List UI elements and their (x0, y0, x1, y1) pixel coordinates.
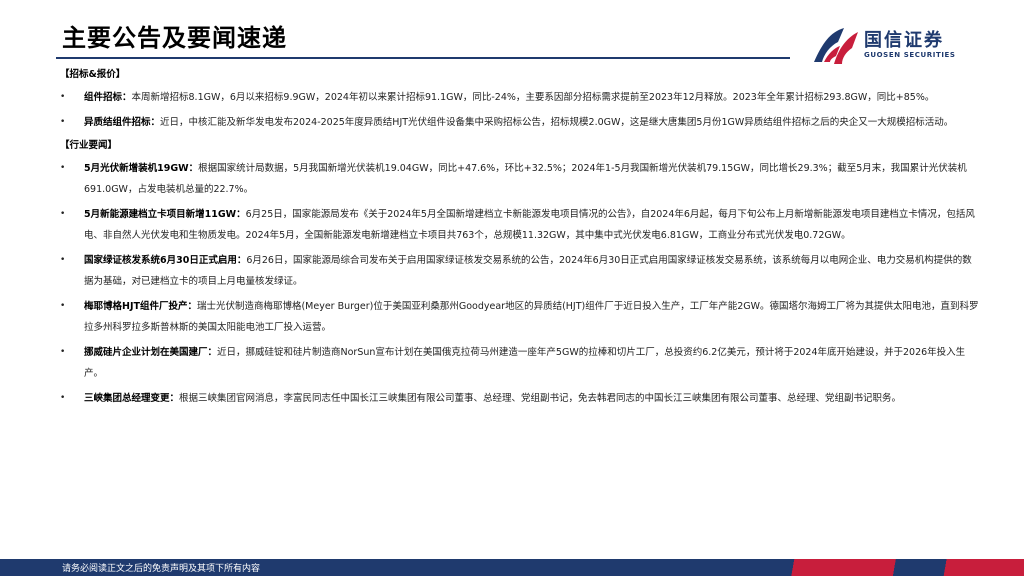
guosen-emblem-icon (814, 28, 858, 64)
item-lead: 5月新能源建档立卡项目新增11GW： (84, 209, 246, 220)
item-lead: 组件招标： (84, 92, 132, 103)
guosen-logo: 国信证券 GUOSEN SECURITIES (812, 22, 982, 66)
bullet-icon: • (60, 117, 66, 127)
section-heading-bidding: 【招标&报价】 (60, 69, 126, 80)
list-item: • 异质结组件招标：近日，中核汇能及新华发电发布2024-2025年度异质结HJ… (60, 112, 980, 133)
footer-disclaimer: 请务必阅读正文之后的免责声明及其项下所有内容 (62, 564, 261, 574)
title-divider (56, 57, 790, 59)
list-item: • 国家绿证核发系统6月30日正式启用：6月26日，国家能源局综合司发布关于启用… (60, 250, 980, 292)
content-body: 【招标&报价】 • 组件招标：本周新增招标8.1GW，6月以来招标9.9GW，2… (60, 62, 980, 413)
item-lead: 国家绿证核发系统6月30日正式启用： (84, 255, 247, 266)
list-item: • 5月光伏新增装机19GW：根据国家统计局数据，5月我国新增光伏装机19.04… (60, 158, 980, 200)
list-item: • 梅耶博格HJT组件厂投产：瑞士光伏制造商梅耶博格(Meyer Burger)… (60, 296, 980, 338)
logo-text-en: GUOSEN SECURITIES (864, 51, 956, 59)
item-text: 根据国家统计局数据，5月我国新增光伏装机19.04GW，同比+47.6%，环比+… (84, 163, 967, 195)
logo-text-cn: 国信证券 (864, 30, 944, 51)
list-item: • 三峡集团总经理变更：根据三峡集团官网消息，李富民同志任中国长江三峡集团有限公… (60, 388, 980, 409)
footer-accent-stripe (774, 559, 1024, 576)
bullet-icon: • (60, 92, 66, 102)
bullet-icon: • (60, 209, 66, 219)
item-lead: 5月光伏新增装机19GW： (84, 163, 199, 174)
bullet-icon: • (60, 163, 66, 173)
list-item: • 挪威硅片企业计划在美国建厂：近日，挪威硅锭和硅片制造商NorSun宣布计划在… (60, 342, 980, 384)
page-title: 主要公告及要闻速递 (62, 24, 287, 52)
item-lead: 挪威硅片企业计划在美国建厂： (84, 347, 218, 358)
item-text: 近日，挪威硅锭和硅片制造商NorSun宣布计划在美国俄克拉荷马州建造一座年产5G… (84, 347, 966, 379)
bullet-icon: • (60, 301, 66, 311)
item-lead: 三峡集团总经理变更： (84, 393, 180, 404)
list-item: • 组件招标：本周新增招标8.1GW，6月以来招标9.9GW，2024年初以来累… (60, 87, 980, 108)
item-text: 本周新增招标8.1GW，6月以来招标9.9GW，2024年初以来累计招标91.1… (131, 92, 935, 103)
item-lead: 梅耶博格HJT组件厂投产： (84, 301, 197, 312)
item-text: 近日，中核汇能及新华发电发布2024-2025年度异质结HJT光伏组件设备集中采… (160, 117, 954, 128)
item-text: 瑞士光伏制造商梅耶博格(Meyer Burger)位于美国亚利桑那州Goodye… (84, 301, 979, 333)
list-item: • 5月新能源建档立卡项目新增11GW：6月25日，国家能源局发布《关于2024… (60, 204, 980, 246)
bullet-icon: • (60, 393, 66, 403)
item-lead: 异质结组件招标： (84, 117, 161, 128)
item-text: 根据三峡集团官网消息，李富民同志任中国长江三峡集团有限公司董事、总经理、党组副书… (179, 393, 902, 404)
bullet-icon: • (60, 347, 66, 357)
bullet-icon: • (60, 255, 66, 265)
section-heading-industry-news: 【行业要闻】 (60, 140, 118, 151)
footer-bar: 请务必阅读正文之后的免责声明及其项下所有内容 (0, 559, 1024, 576)
